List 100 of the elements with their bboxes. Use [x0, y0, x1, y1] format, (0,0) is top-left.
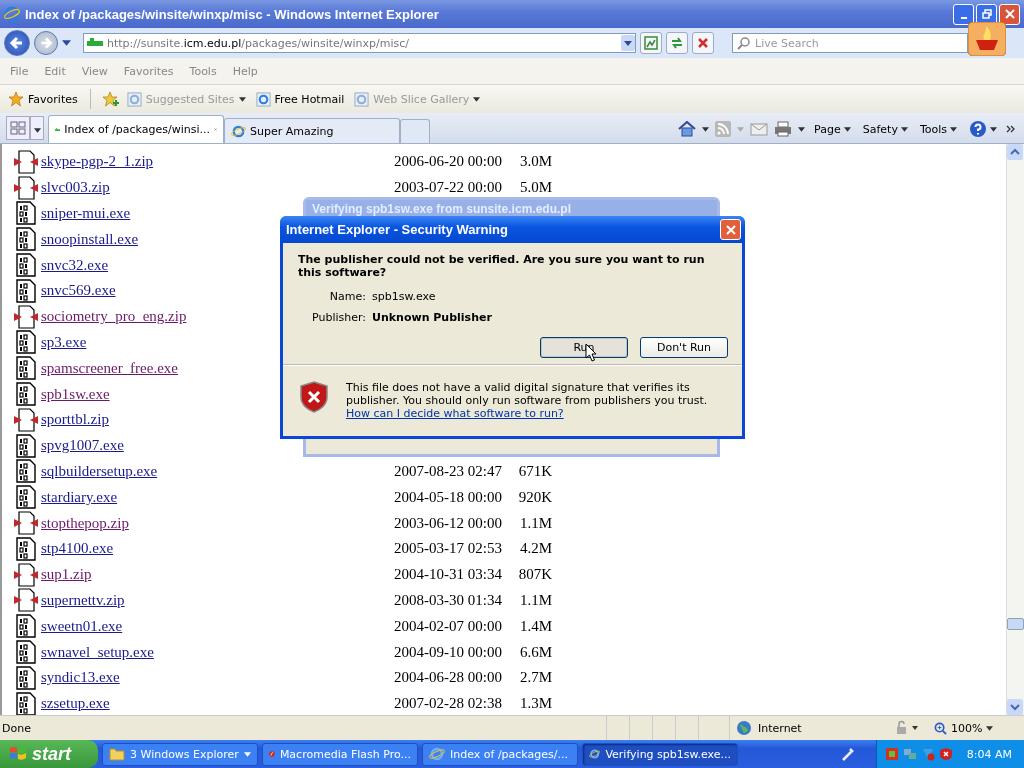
clock: 8:04 AM: [966, 747, 1012, 761]
file-link[interactable]: slvc003.zip: [41, 179, 110, 196]
file-link[interactable]: sup1.zip: [41, 566, 92, 583]
web-page-icon: [255, 91, 271, 107]
file-link[interactable]: spvg1007.exe: [41, 437, 124, 454]
field-value: Unknown Publisher: [372, 311, 493, 324]
page-icon: [87, 38, 103, 48]
file-link[interactable]: sniper-mui.exe: [41, 205, 131, 221]
favorites-button[interactable]: Favorites: [6, 91, 80, 107]
browser-tab[interactable]: Index of /packages/winsi...: [48, 115, 224, 143]
file-size: 5.0M: [518, 179, 552, 197]
file-link[interactable]: stopthepop.zip: [41, 514, 129, 531]
browser-tab[interactable]: Super Amazing: [224, 118, 400, 143]
file-link[interactable]: skype-pgp-2_1.zip: [41, 153, 154, 170]
binary-file-icon: [14, 640, 38, 665]
file-size: 3.0M: [518, 153, 552, 171]
lock-icon[interactable]: [894, 720, 920, 736]
caret-icon[interactable]: [702, 126, 710, 132]
close-icon: [725, 224, 736, 235]
caret-icon: [33, 127, 41, 133]
compressed-file-icon: [14, 511, 38, 536]
compressed-file-icon: [14, 562, 38, 587]
zoom-icon: [934, 721, 947, 735]
home-icon[interactable]: [678, 121, 697, 137]
scroll-down-icon[interactable]: [1007, 699, 1023, 715]
caret-icon[interactable]: [62, 40, 71, 46]
scrollbar[interactable]: [1006, 144, 1024, 715]
close-button[interactable]: [999, 3, 1020, 25]
compressed-file-icon: [14, 149, 38, 174]
scroll-up-icon[interactable]: [1007, 144, 1023, 160]
refresh-button[interactable]: [666, 32, 688, 54]
command-button[interactable]: Tools: [916, 122, 960, 136]
binary-file-icon: [14, 356, 38, 381]
file-link[interactable]: snoopinstall.exe: [41, 230, 139, 247]
forward-button[interactable]: [34, 31, 58, 55]
file-link[interactable]: supernettv.zip: [41, 591, 125, 608]
status-text: Done: [2, 721, 32, 735]
file-link[interactable]: sweetn01.exe: [41, 617, 123, 634]
binary-file-icon: [14, 278, 38, 303]
close-button[interactable]: [720, 219, 741, 240]
taskbar-button[interactable]: Index of /packages/...: [422, 742, 578, 766]
mail-icon[interactable]: [750, 122, 769, 136]
file-link[interactable]: sp3.exe: [41, 333, 87, 350]
file-link[interactable]: swnavel_setup.exe: [41, 643, 154, 660]
file-link[interactable]: spb1sw.exe: [41, 385, 110, 402]
grid-icon: [10, 120, 26, 136]
taskbar-button[interactable]: Verifying spb1sw.exe...: [582, 742, 738, 766]
command-button[interactable]: Safety: [859, 122, 911, 136]
shield-icon[interactable]: [938, 747, 953, 761]
caret-icon[interactable]: [798, 126, 806, 132]
file-link[interactable]: sqlbuildersetup.exe: [41, 462, 158, 479]
flame-app-icon[interactable]: [968, 22, 1006, 56]
file-size: 2.7M: [518, 669, 552, 687]
add-favorite-icon[interactable]: [100, 91, 119, 107]
dropdown-icon[interactable]: [621, 35, 635, 51]
file-link[interactable]: stp4100.exe: [41, 540, 114, 557]
back-button[interactable]: [4, 30, 30, 56]
command-button[interactable]: Page: [811, 122, 854, 136]
close-icon: [1004, 9, 1015, 19]
dialog-button[interactable]: Don't Run: [640, 337, 728, 358]
file-size: 920K: [517, 488, 552, 506]
file-link[interactable]: sporttbl.zip: [41, 411, 109, 428]
taskbar-button[interactable]: 3 Windows Explorer: [102, 742, 258, 766]
caret-icon: [843, 126, 851, 132]
minimize-icon: [960, 16, 967, 19]
tray-app-icon[interactable]: [884, 747, 899, 761]
browser-logo-icon: [429, 746, 445, 762]
address-field[interactable]: http://sunsite.icm.edu.pl/packages/winsite/winxp/misc/: [83, 33, 636, 53]
file-link[interactable]: sociometry_pro_eng.zip: [41, 308, 187, 325]
stop-button[interactable]: [692, 32, 714, 54]
minimize-button[interactable]: [953, 3, 974, 25]
favorites-link[interactable]: Free Hotmail: [253, 91, 347, 107]
compatibility-button[interactable]: [640, 32, 662, 54]
file-link[interactable]: szsetup.exe: [41, 695, 110, 712]
caret-icon: [244, 751, 251, 757]
binary-file-icon: [14, 536, 38, 561]
binary-file-icon: [14, 382, 38, 407]
modified-date: 2006-06-20 00:00: [394, 153, 503, 171]
print-icon[interactable]: [774, 121, 793, 137]
taskbar-button[interactable]: Macromedia Flash Pro...: [262, 742, 418, 766]
search-box[interactable]: Live Search: [732, 33, 968, 53]
file-link[interactable]: spamscreener_free.exe: [41, 359, 178, 376]
binary-file-icon: [14, 459, 38, 484]
chart-page-icon: [643, 35, 659, 51]
star-icon: [8, 91, 24, 107]
file-link[interactable]: syndic13.exe: [41, 669, 120, 686]
compressed-file-icon: [14, 304, 38, 329]
scroll-thumb[interactable]: [1007, 618, 1024, 630]
file-link[interactable]: snvc569.exe: [41, 282, 116, 299]
security-zone: Internet: [758, 721, 802, 735]
caret-icon: [950, 126, 957, 132]
restore-button[interactable]: [976, 3, 997, 25]
file-link[interactable]: snvc32.exe: [41, 256, 109, 273]
help-link[interactable]: How can I decide what software to run?: [346, 407, 564, 420]
file-size: 1.3M: [518, 695, 552, 713]
tab-list-button[interactable]: [30, 116, 44, 140]
more-chevron-icon[interactable]: [1006, 125, 1016, 133]
file-link[interactable]: stardiary.exe: [41, 488, 118, 505]
zoom-button[interactable]: 100%: [928, 720, 1018, 736]
compressed-file-icon: [14, 175, 38, 200]
